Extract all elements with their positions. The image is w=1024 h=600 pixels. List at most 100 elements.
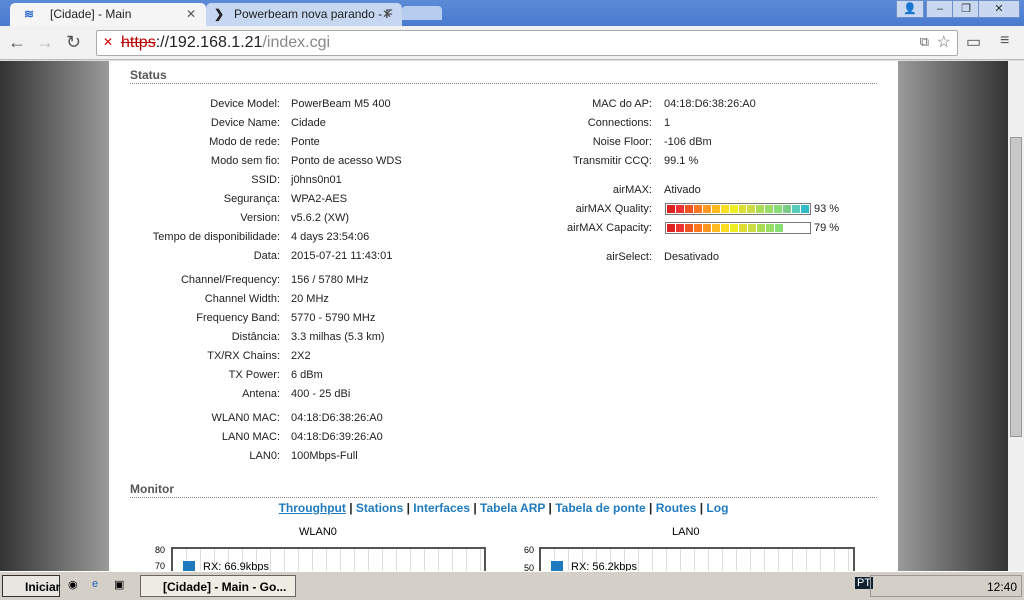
bar-segment <box>748 224 756 232</box>
bar-segment <box>729 205 738 213</box>
row-value: 79 % <box>814 222 840 234</box>
status-row: Channel/Frequency: 156 / 5780 MHz <box>109 274 369 288</box>
bar-segment <box>739 224 747 232</box>
back-icon[interactable]: ← <box>8 32 26 53</box>
menu-icon[interactable]: ≡ <box>1000 32 1009 50</box>
row-value: 3.3 milhas (5.3 km) <box>291 331 385 343</box>
url-host: ://192.168.1.21 <box>155 34 263 51</box>
row-label: LAN0: <box>249 450 280 462</box>
monitor-link-stations[interactable]: Stations <box>356 501 403 515</box>
chart-wlan0: RX: 66.9kbps <box>171 547 486 571</box>
status-row: Connections: 1 <box>109 117 670 131</box>
status-row: Channel Width: 20 MHz <box>109 293 329 307</box>
row-label: TX Power: <box>228 369 280 381</box>
row-label: WLAN0 MAC: <box>211 412 280 424</box>
reload-icon[interactable]: ↻ <box>66 32 81 53</box>
row-value: 6 dBm <box>291 369 323 381</box>
feed-icon: ≋ <box>24 7 35 21</box>
bar-segment <box>694 224 702 232</box>
restore-button[interactable]: ❐ <box>952 0 980 18</box>
bar-segment <box>801 205 809 213</box>
status-row: MAC do AP: 04:18:D6:38:26:A0 <box>109 98 756 112</box>
status-row: TX Power: 6 dBm <box>109 369 323 383</box>
row-label: Transmitir CCQ: <box>572 155 652 167</box>
separator: | <box>345 501 356 515</box>
bar-segment <box>712 224 720 232</box>
bar-segment <box>711 205 720 213</box>
status-row: LAN0: 100Mbps-Full <box>109 450 357 464</box>
row-value: 100Mbps-Full <box>291 450 358 462</box>
ie-icon[interactable]: e <box>92 578 98 590</box>
status-row: airSelect: Desativado <box>109 251 719 265</box>
tab-title: Powerbeam nova parando - F <box>234 7 393 21</box>
cast-icon[interactable]: ▭ <box>966 32 981 52</box>
status-row: airMAX Capacity: 79 % <box>109 222 839 236</box>
bar-segment <box>783 205 792 213</box>
row-label: Antena: <box>242 388 280 400</box>
star-icon[interactable]: ☆ <box>937 32 951 52</box>
monitor-link-throughput[interactable]: Throughput <box>279 501 346 515</box>
row-value: 1 <box>664 117 671 129</box>
tab-strip: ≋ [Cidade] - Main ✕ ❯ Powerbeam nova parand… <box>0 0 1024 26</box>
start-button[interactable]: Iniciar <box>2 575 60 597</box>
row-value: -106 dBm <box>664 136 712 148</box>
status-row: Frequency Band: 5770 - 5790 MHz <box>109 312 375 326</box>
row-label: airSelect: <box>606 251 652 263</box>
y-tick: 80 <box>155 545 166 555</box>
scrollbar-thumb[interactable] <box>1010 137 1022 437</box>
translate-icon[interactable]: ⧉ <box>920 34 929 50</box>
taskbar: Iniciar ◉ e ▣ [Cidade] - Main - Go... PT… <box>0 571 1024 600</box>
signal-bar <box>665 203 811 215</box>
row-label: Frequency Band: <box>196 312 280 324</box>
status-row: airMAX: Ativado <box>109 184 701 198</box>
row-value: Ativado <box>664 184 701 196</box>
user-icon[interactable]: 👤 <box>896 0 924 18</box>
row-label: TX/RX Chains: <box>207 350 280 362</box>
chrome-icon[interactable]: ◉ <box>68 578 78 591</box>
separator: | <box>403 501 414 515</box>
legend-label: RX: 56.2kbps <box>571 561 638 571</box>
bar-segment <box>730 224 738 232</box>
row-label: Channel/Frequency: <box>180 274 280 286</box>
status-row: Distância: 3.3 milhas (5.3 km) <box>109 331 385 345</box>
minimize-button[interactable]: – <box>926 0 954 18</box>
bar-segment <box>747 205 756 213</box>
clock[interactable]: 12:40 <box>987 580 1017 594</box>
monitor-link-tabela-de-ponte[interactable]: Tabela de ponte <box>555 501 645 515</box>
close-tab-icon[interactable]: ✕ <box>186 7 196 21</box>
monitor-link-routes[interactable]: Routes <box>656 501 697 515</box>
row-label: airMAX: <box>612 184 652 196</box>
close-tab-icon[interactable]: ✕ <box>382 7 392 21</box>
page-viewport: Status Device Model: PowerBeam M5 400 Devi… <box>0 61 1008 571</box>
bar-segment <box>703 224 711 232</box>
forward-icon[interactable]: → <box>36 32 54 53</box>
scrollbar[interactable] <box>1008 61 1024 571</box>
bar-segment <box>756 205 765 213</box>
row-label: MAC do AP: <box>592 98 652 110</box>
bar-segment <box>693 205 702 213</box>
taskbar-task-chrome[interactable]: [Cidade] - Main - Go... <box>140 575 296 597</box>
insecure-lock-icon: ✕ <box>103 35 114 49</box>
close-window-button[interactable]: ✕ <box>978 0 1020 18</box>
monitor-link-log[interactable]: Log <box>706 501 728 515</box>
bar-segment <box>766 224 774 232</box>
address-bar[interactable]: ✕ https://192.168.1.21/index.cgi ⧉ ☆ <box>96 30 958 56</box>
new-tab-button[interactable] <box>402 6 442 20</box>
legend-label: RX: 66.9kbps <box>203 561 270 571</box>
row-value: 5770 - 5790 MHz <box>291 312 376 324</box>
chart-title-lan0: LAN0 <box>672 526 700 538</box>
chart-lan0: RX: 56.2kbps <box>539 547 855 571</box>
legend-rx: RX: 66.9kbps <box>183 561 269 571</box>
tab-cidade-main[interactable]: ≋ [Cidade] - Main ✕ <box>10 3 206 26</box>
tab-powerbeam[interactable]: ❯ Powerbeam nova parando - F ✕ <box>206 3 402 26</box>
monitor-link-tabela-arp[interactable]: Tabela ARP <box>480 501 545 515</box>
status-row: airMAX Quality: 93 % <box>109 203 839 217</box>
row-label: airMAX Capacity: <box>567 222 652 234</box>
row-value: 93 % <box>814 203 840 215</box>
monitor-link-interfaces[interactable]: Interfaces <box>413 501 470 515</box>
url-scheme: https <box>121 34 156 51</box>
explorer-icon[interactable]: ▣ <box>114 578 124 591</box>
row-value: 20 MHz <box>291 293 329 305</box>
row-label: Connections: <box>587 117 652 129</box>
browser-toolbar: ← → ↻ ✕ https://192.168.1.21/index.cgi ⧉… <box>0 26 1024 60</box>
